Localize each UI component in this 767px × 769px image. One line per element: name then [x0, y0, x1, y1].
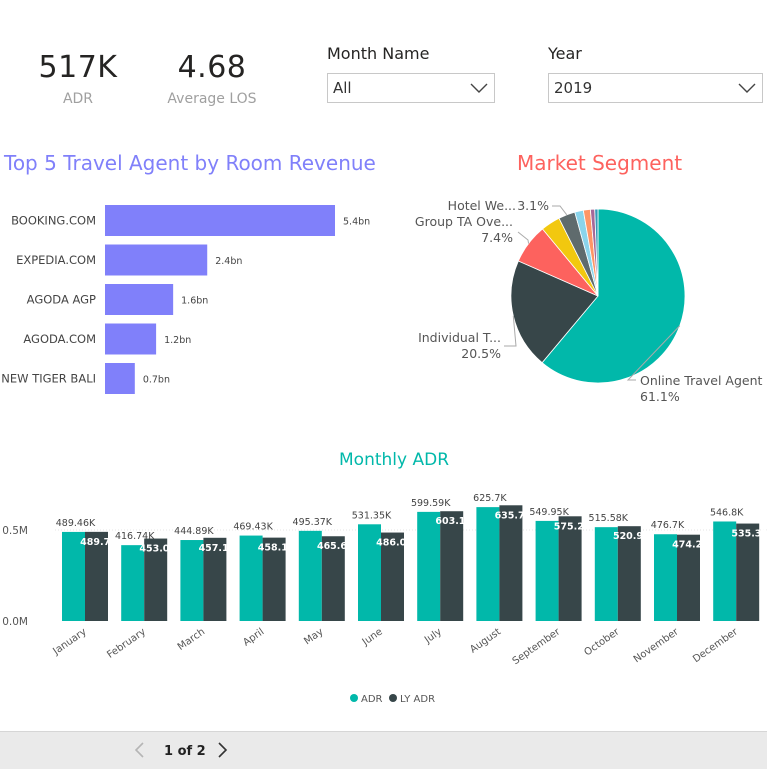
bar [105, 244, 208, 276]
month-dropdown-value: All [333, 79, 352, 97]
ly-adr-data-label: 535.39 [731, 529, 767, 540]
chevron-down-icon [738, 83, 756, 93]
ly-adr-data-label: 474.28 [672, 540, 709, 551]
chevron-left-icon[interactable] [133, 741, 145, 763]
ly-adr-data-label: 457.18 [199, 543, 236, 554]
x-tick-label: October [582, 626, 622, 658]
kpi-los-label: Average LOS [167, 91, 257, 107]
slice-label: Group TA Ove... [415, 214, 513, 229]
year-dropdown-value: 2019 [554, 79, 593, 97]
adr-data-label: 546.8K [710, 507, 744, 518]
slice-percent: 3.1% [517, 198, 549, 213]
adr-bar [417, 511, 441, 621]
adr-bar [535, 520, 559, 621]
ly-adr-bar [440, 511, 464, 621]
slice-label: Individual T... [418, 330, 501, 345]
slice-label: Online Travel Agent [640, 373, 763, 388]
leader-line [517, 231, 530, 244]
bar [105, 323, 157, 355]
x-tick-label: December [691, 626, 741, 665]
ly-adr-data-label: 489.79 [80, 537, 117, 548]
kpi-adr: 517K ADR [28, 50, 128, 107]
adr-data-label: 444.89K [174, 526, 214, 537]
slice-label: Hotel We... [448, 198, 516, 213]
x-tick-label: February [105, 626, 148, 660]
data-label: 0.7bn [143, 375, 170, 386]
adr-data-label: 515.58K [589, 513, 629, 524]
data-label: 5.4bn [343, 217, 370, 228]
category-label: EXPEDIA.COM [16, 253, 96, 267]
category-label: AGODA AGP [27, 293, 96, 307]
adr-data-label: 531.35K [352, 510, 392, 521]
bar [105, 363, 135, 394]
ly-adr-data-label: 486.02 [376, 538, 413, 549]
data-label: 1.6bn [181, 296, 208, 307]
adr-data-label: 549.95K [529, 507, 569, 518]
adr-data-label: 416.74K [115, 531, 155, 542]
legend-marker-ly-adr [389, 694, 397, 702]
chevron-right-icon[interactable] [217, 741, 229, 763]
y-tick-label: 0.5M [2, 525, 28, 537]
x-tick-label: November [632, 626, 682, 665]
adr-data-label: 476.7K [651, 520, 685, 531]
legend-label-ly-adr: LY ADR [400, 694, 435, 705]
ly-adr-data-label: 520.93 [613, 531, 650, 542]
month-dropdown[interactable]: All [327, 73, 495, 103]
legend-label-adr: ADR [361, 694, 383, 705]
y-tick-label: 0.0M [2, 616, 28, 628]
year-dropdown[interactable]: 2019 [548, 73, 763, 103]
page-navigation-bar: 1 of 2 [0, 731, 767, 769]
x-tick-label: July [422, 626, 444, 646]
segment-chart-title: Market Segment [517, 151, 683, 175]
legend-marker-adr [350, 694, 358, 702]
bar [105, 205, 335, 236]
kpi-los-value: 4.68 [177, 50, 247, 85]
slice-percent: 7.4% [481, 230, 513, 245]
adr-bar [121, 545, 145, 621]
adr-data-label: 599.59K [411, 498, 451, 509]
kpi-average-los: 4.68 Average LOS [157, 50, 267, 107]
data-label: 1.2bn [164, 335, 191, 346]
year-slicer-title: Year [548, 44, 582, 63]
ly-adr-data-label: 635.78 [495, 510, 532, 521]
agents-chart-title: Top 5 Travel Agent by Room Revenue [4, 151, 376, 175]
market-segment-pie-chart: Online Travel Agent61.1% Individual T...2… [415, 198, 763, 404]
monthly-chart-title: Monthly ADR [339, 450, 450, 470]
x-tick-label: September [511, 626, 563, 667]
year-slicer: Year 2019 [548, 44, 763, 104]
x-tick-label: May [302, 626, 325, 647]
ly-adr-data-label: 603.13 [435, 516, 472, 527]
slice-percent: 20.5% [461, 346, 501, 361]
x-tick-label: March [176, 626, 207, 652]
category-label: NEW TIGER BALI [1, 372, 96, 386]
ly-adr-data-label: 465.67 [317, 541, 354, 552]
ly-adr-data-label: 458.11 [258, 543, 295, 554]
bar [105, 284, 174, 315]
x-tick-label: April [241, 626, 266, 648]
adr-bar [476, 507, 500, 621]
kpi-adr-value: 517K [38, 50, 118, 85]
month-slicer: Month Name All [327, 44, 495, 104]
x-tick-label: June [360, 626, 385, 648]
adr-data-label: 469.43K [233, 522, 273, 533]
category-label: AGODA.COM [23, 332, 96, 346]
monthly-adr-chart: 0.5M 0.0M 489.46K 489.79 January 416.74K 453.0… [2, 493, 767, 705]
adr-data-label: 489.46K [56, 518, 96, 529]
page-indicator: 1 of 2 [164, 744, 206, 759]
leader-line [552, 205, 568, 216]
adr-data-label: 495.37K [293, 517, 333, 528]
agents-bar-chart: BOOKING.COM 5.4bn EXPEDIA.COM 2.4bn AGODA AG… [1, 205, 370, 394]
category-label: BOOKING.COM [11, 214, 96, 228]
data-label: 2.4bn [215, 256, 242, 267]
chevron-down-icon [470, 83, 488, 93]
x-tick-label: August [468, 626, 503, 655]
slice-percent: 61.1% [640, 389, 680, 404]
ly-adr-data-label: 575.29 [554, 521, 591, 532]
month-slicer-title: Month Name [327, 44, 430, 63]
adr-data-label: 625.7K [473, 493, 507, 504]
kpi-adr-label: ADR [62, 91, 94, 107]
x-tick-label: January [51, 626, 89, 657]
ly-adr-data-label: 453.02 [139, 544, 176, 555]
ly-adr-bar [499, 505, 523, 621]
